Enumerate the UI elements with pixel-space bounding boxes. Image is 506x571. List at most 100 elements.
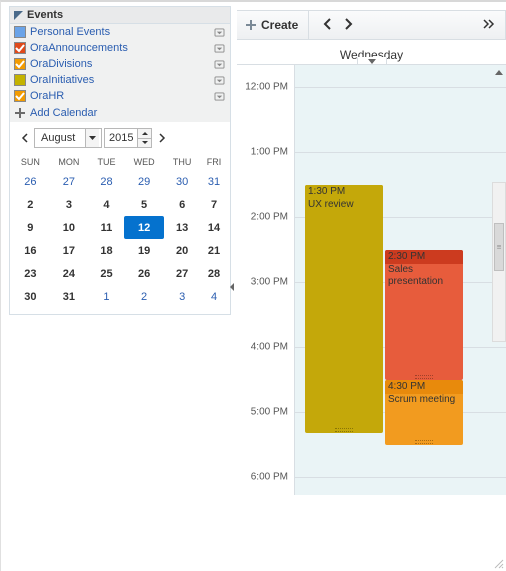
vertical-scrollbar[interactable] [492, 182, 506, 342]
toolbar: Create [237, 10, 506, 40]
calendar-menu-button[interactable] [213, 27, 226, 38]
time-label: 3:00 PM [251, 277, 288, 288]
mini-day-cell[interactable]: 6 [164, 193, 200, 216]
splitter-handle[interactable] [229, 275, 235, 299]
mini-day-cell[interactable]: 31 [200, 170, 228, 193]
day-next-button[interactable] [345, 18, 353, 33]
mini-day-cell[interactable]: 30 [12, 285, 49, 308]
year-value: 2015 [104, 128, 138, 148]
mini-day-cell[interactable]: 27 [49, 170, 89, 193]
event-time: 4:30 PM [388, 381, 425, 392]
dropdown-icon[interactable] [85, 129, 99, 147]
mini-day-cell[interactable]: 2 [124, 285, 164, 308]
mini-day-cell[interactable]: 10 [49, 216, 89, 239]
mini-day-cell[interactable]: 26 [12, 170, 49, 193]
splitter-collapse-icon [229, 275, 235, 299]
event-resize-handle[interactable] [305, 427, 383, 433]
mini-day-cell[interactable]: 29 [124, 170, 164, 193]
day-view: Create Wednesday 12:00 PM1:00 PM2:00 PM3… [237, 2, 506, 571]
calendar-event[interactable]: 1:30 PMUX review [305, 185, 383, 434]
mini-day-cell[interactable]: 7 [200, 193, 228, 216]
hour-line [295, 152, 506, 153]
calendar-item[interactable]: OraInitiatives [10, 72, 230, 88]
mini-day-cell[interactable]: 31 [49, 285, 89, 308]
calendar-color-swatch[interactable] [14, 74, 26, 86]
calendar-color-swatch[interactable] [14, 90, 26, 102]
calendar-event[interactable]: 4:30 PMScrum meeting [385, 380, 463, 445]
calendar-label[interactable]: OraHR [30, 89, 209, 103]
event-resize-handle[interactable] [385, 374, 463, 380]
create-button[interactable]: Create [237, 11, 309, 39]
mini-day-cell[interactable]: 5 [124, 193, 164, 216]
chevron-double-right-icon [483, 19, 495, 29]
year-spinner[interactable] [138, 128, 152, 148]
calendar-menu-button[interactable] [213, 59, 226, 70]
mini-day-cell[interactable]: 1 [89, 285, 124, 308]
calendar-color-swatch[interactable] [14, 58, 26, 70]
calendar-color-swatch[interactable] [14, 26, 26, 38]
calendar-item[interactable]: Personal Events [10, 24, 230, 40]
sidebar: Events Personal Events OraAnnouncements Or… [1, 2, 231, 571]
mini-day-cell[interactable]: 9 [12, 216, 49, 239]
mini-day-cell[interactable]: 12 [124, 216, 164, 239]
mini-day-cell[interactable]: 28 [89, 170, 124, 193]
calendar-label[interactable]: OraDivisions [30, 57, 209, 71]
scrollbar-thumb[interactable] [494, 223, 504, 271]
calendar-item[interactable]: OraAnnouncements [10, 40, 230, 56]
calendar-label[interactable]: OraAnnouncements [30, 41, 209, 55]
mini-day-cell[interactable]: 4 [89, 193, 124, 216]
mini-day-cell[interactable]: 3 [164, 285, 200, 308]
scroll-up-button[interactable] [494, 67, 504, 77]
time-slots[interactable]: 1:30 PMUX review2:30 PMSales presentatio… [295, 65, 506, 495]
year-up[interactable] [138, 129, 151, 139]
chevron-down-icon [368, 59, 376, 64]
calendar-color-swatch[interactable] [14, 42, 26, 54]
mini-day-cell[interactable]: 20 [164, 239, 200, 262]
add-calendar[interactable]: Add Calendar [10, 104, 230, 122]
calendar-item[interactable]: OraDivisions [10, 56, 230, 72]
mini-day-cell[interactable]: 13 [164, 216, 200, 239]
chevron-left-icon [323, 18, 331, 30]
month-value: August [37, 132, 85, 144]
event-header: 2:30 PM [385, 250, 463, 264]
calendar-label[interactable]: OraInitiatives [30, 73, 209, 87]
mini-day-cell[interactable]: 30 [164, 170, 200, 193]
calendar-menu-button[interactable] [213, 75, 226, 86]
mini-day-cell[interactable]: 4 [200, 285, 228, 308]
mini-day-cell[interactable]: 17 [49, 239, 89, 262]
mini-day-cell[interactable]: 18 [89, 239, 124, 262]
day-prev-button[interactable] [323, 18, 331, 33]
collapse-icon [14, 11, 23, 20]
mini-day-cell[interactable]: 24 [49, 262, 89, 285]
allday-expand-button[interactable] [357, 57, 387, 65]
calendar-menu-button[interactable] [213, 43, 226, 54]
mini-day-cell[interactable]: 19 [124, 239, 164, 262]
mini-day-cell[interactable]: 2 [12, 193, 49, 216]
event-resize-handle[interactable] [385, 439, 463, 445]
mini-day-cell[interactable]: 16 [12, 239, 49, 262]
mini-day-cell[interactable]: 28 [200, 262, 228, 285]
mini-prev-button[interactable] [16, 129, 32, 147]
year-down[interactable] [138, 139, 151, 148]
calendar-menu-button[interactable] [213, 91, 226, 102]
hour-line [295, 87, 506, 88]
mini-day-cell[interactable]: 11 [89, 216, 124, 239]
resize-icon [492, 557, 504, 569]
calendar-item[interactable]: OraHR [10, 88, 230, 104]
month-select[interactable]: August [34, 128, 102, 148]
mini-day-cell[interactable]: 26 [124, 262, 164, 285]
mini-day-cell[interactable]: 21 [200, 239, 228, 262]
mini-next-button[interactable] [154, 129, 170, 147]
calendar-label[interactable]: Personal Events [30, 25, 209, 39]
mini-day-cell[interactable]: 14 [200, 216, 228, 239]
chevron-up-icon [495, 70, 503, 75]
mini-day-cell[interactable]: 25 [89, 262, 124, 285]
toolbar-overflow-button[interactable] [477, 19, 501, 32]
mini-day-cell[interactable]: 27 [164, 262, 200, 285]
events-title: Events [27, 9, 63, 21]
calendar-event[interactable]: 2:30 PMSales presentation [385, 250, 463, 380]
resize-grip[interactable] [492, 557, 504, 569]
mini-day-cell[interactable]: 3 [49, 193, 89, 216]
events-header[interactable]: Events [10, 7, 230, 24]
mini-day-cell[interactable]: 23 [12, 262, 49, 285]
